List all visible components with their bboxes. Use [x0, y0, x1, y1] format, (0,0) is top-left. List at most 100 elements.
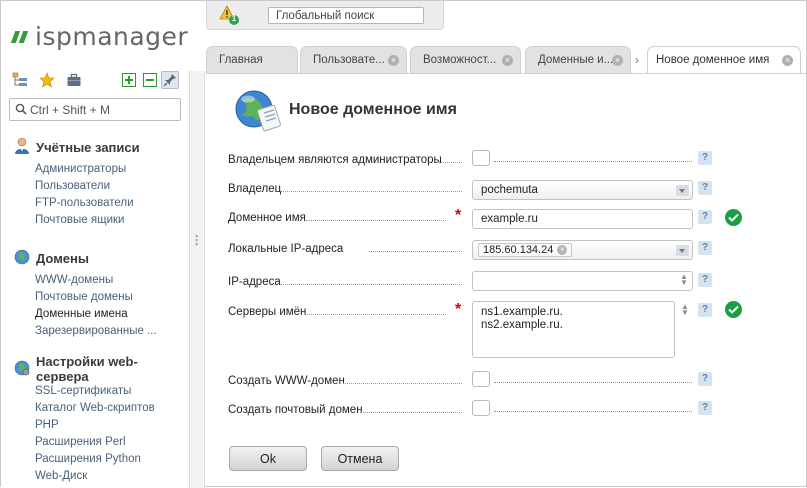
www-domain-help-icon[interactable]: ?: [698, 372, 712, 386]
local-ip-chip-label: 185.60.134.24: [483, 244, 554, 256]
favorites-star-icon[interactable]: [38, 71, 56, 89]
nav-item-domain-names[interactable]: Доменные имена: [35, 306, 157, 323]
tab-features[interactable]: Возможност... ×: [410, 46, 521, 73]
nav-item-mailboxes[interactable]: Почтовые ящики: [35, 212, 140, 229]
sidebar-splitter[interactable]: ▪ ▪ ▪: [189, 71, 205, 488]
logo: ispmanager: [10, 21, 189, 51]
tab-domain-names[interactable]: Доменные и... ×: [525, 46, 631, 73]
nav-item-mail-domains[interactable]: Почтовые домены: [35, 289, 157, 306]
local-ip-chip-remove-icon[interactable]: ×: [557, 245, 568, 255]
tab-new-domain-name-close-icon[interactable]: ×: [782, 55, 793, 66]
ip-resize-icon[interactable]: ▲ ▼: [679, 273, 689, 287]
globe-gear-icon: [14, 360, 30, 379]
expand-all-icon[interactable]: [120, 71, 138, 89]
nav-group-web-server-header[interactable]: Настройки web-сервера: [14, 354, 189, 384]
sidebar-toolbar: [11, 71, 181, 91]
nav-item-web-disk[interactable]: Web-Диск: [35, 468, 189, 485]
label-leader-name-servers: [305, 314, 446, 315]
label-leader-admin-owner: [437, 162, 462, 163]
ns-required-icon: *: [455, 301, 462, 318]
owner-help-icon[interactable]: ?: [698, 181, 712, 195]
tab-bar: Главная Пользовате... × Возможност... × …: [206, 46, 807, 73]
tab-features-close-icon[interactable]: ×: [502, 55, 513, 66]
admin-owner-help-icon[interactable]: ?: [698, 151, 712, 165]
nav-item-ssl[interactable]: SSL-сертификаты: [35, 383, 189, 400]
tab-new-domain-name-label: Новое доменное имя: [656, 54, 770, 66]
nav-item-python[interactable]: Расширения Python: [35, 451, 189, 468]
ok-button[interactable]: Ok: [229, 446, 307, 471]
nav-group-accounts-title: Учётные записи: [36, 139, 140, 155]
domain-name-value: example.ru: [481, 213, 538, 225]
sidebar-search[interactable]: [9, 98, 181, 121]
mail-domain-help-icon[interactable]: ?: [698, 401, 712, 415]
pin-icon[interactable]: [161, 71, 179, 89]
page-title: Новое доменное имя: [289, 101, 457, 118]
nav-group-web-server: Настройки web-сервера SSL-сертификаты Ка…: [14, 354, 189, 485]
row-leader-admin-owner: [494, 161, 692, 162]
label-leader-www-domain: [343, 383, 462, 384]
tab-home[interactable]: Главная: [206, 46, 298, 73]
logo-text: ispmanager: [35, 21, 189, 51]
label-local-ip: Локальные IP-адреса: [228, 242, 344, 255]
row-leader-www-domain: [494, 382, 692, 383]
www-domain-checkbox[interactable]: [472, 371, 490, 387]
ns-valid-check-icon: [725, 301, 742, 318]
top-bar: 1: [206, 1, 444, 30]
ip-help-icon[interactable]: ?: [698, 273, 712, 287]
nav-item-administrators[interactable]: Администраторы: [35, 161, 140, 178]
nav-item-php[interactable]: PHP: [35, 417, 189, 434]
domain-help-icon[interactable]: ?: [698, 210, 712, 224]
label-leader-mail-domain: [360, 412, 462, 413]
nav-item-ftp-users[interactable]: FTP-пользователи: [35, 195, 140, 212]
users-icon: [14, 137, 30, 158]
tab-users[interactable]: Пользовате... ×: [300, 46, 407, 73]
name-servers-textarea[interactable]: ns1.example.ru. ns2.example.ru.: [472, 301, 675, 358]
nav-item-users[interactable]: Пользователи: [35, 178, 140, 195]
tab-home-label: Главная: [219, 54, 263, 66]
nav-item-www-domains[interactable]: WWW-домены: [35, 272, 157, 289]
domain-valid-check-icon: [725, 209, 742, 226]
label-name-servers: Серверы имён: [228, 305, 307, 318]
local-ip-select[interactable]: 185.60.134.24 ×: [472, 240, 693, 260]
label-leader-domain-name: [306, 220, 446, 221]
cancel-button[interactable]: Отмена: [321, 446, 399, 471]
nav-group-domains-header[interactable]: Домены: [14, 248, 157, 268]
ns-resize-icon[interactable]: ▲ ▼: [680, 303, 690, 317]
nav-group-accounts-header[interactable]: Учётные записи: [14, 137, 140, 157]
owner-select[interactable]: pochemuta: [472, 180, 693, 200]
admin-owner-checkbox[interactable]: [472, 150, 490, 166]
domain-name-input[interactable]: example.ru: [472, 209, 693, 229]
tab-scroll-right-icon[interactable]: ›: [635, 53, 639, 67]
search-icon: [15, 103, 27, 118]
mail-domain-checkbox[interactable]: [472, 400, 490, 416]
tab-domain-names-close-icon[interactable]: ×: [612, 55, 623, 66]
tab-users-close-icon[interactable]: ×: [388, 55, 399, 66]
global-search[interactable]: [268, 7, 424, 24]
tab-new-domain-name[interactable]: Новое доменное имя ×: [647, 46, 801, 73]
label-ip: IP-адреса: [228, 275, 281, 288]
app-window: ispmanager Ctrl + Shift + M Учётные запи…: [0, 0, 807, 488]
tab-users-label: Пользовате...: [313, 54, 385, 66]
warning-icon[interactable]: 1: [219, 5, 241, 30]
owner-select-chevron-down-icon[interactable]: [676, 185, 689, 196]
collapse-all-icon[interactable]: [141, 71, 159, 89]
local-ip-chevron-down-icon[interactable]: [676, 245, 689, 256]
ns-help-icon[interactable]: ?: [698, 303, 712, 317]
warning-count: 1: [231, 14, 237, 23]
domain-required-icon: *: [455, 207, 462, 224]
briefcase-icon[interactable]: [65, 71, 83, 89]
label-domain-name: Доменное имя: [228, 211, 306, 224]
tab-domain-names-label: Доменные и...: [538, 54, 614, 66]
nav-item-perl[interactable]: Расширения Perl: [35, 434, 189, 451]
sidebar-search-input[interactable]: [30, 101, 178, 118]
owner-select-value: pochemuta: [481, 184, 538, 196]
local-ip-chip: 185.60.134.24 ×: [478, 243, 573, 257]
tab-features-label: Возможност...: [423, 54, 497, 66]
nav-item-reserved[interactable]: Зарезервированные ...: [35, 323, 157, 340]
ip-input[interactable]: ▲ ▼: [472, 271, 693, 291]
nav-item-web-scripts[interactable]: Каталог Web-скриптов: [35, 400, 189, 417]
label-mail-domain: Создать почтовый домен: [228, 403, 363, 416]
global-search-input[interactable]: [269, 8, 423, 24]
tree-view-icon[interactable]: [11, 71, 29, 89]
local-ip-help-icon[interactable]: ?: [698, 241, 712, 255]
